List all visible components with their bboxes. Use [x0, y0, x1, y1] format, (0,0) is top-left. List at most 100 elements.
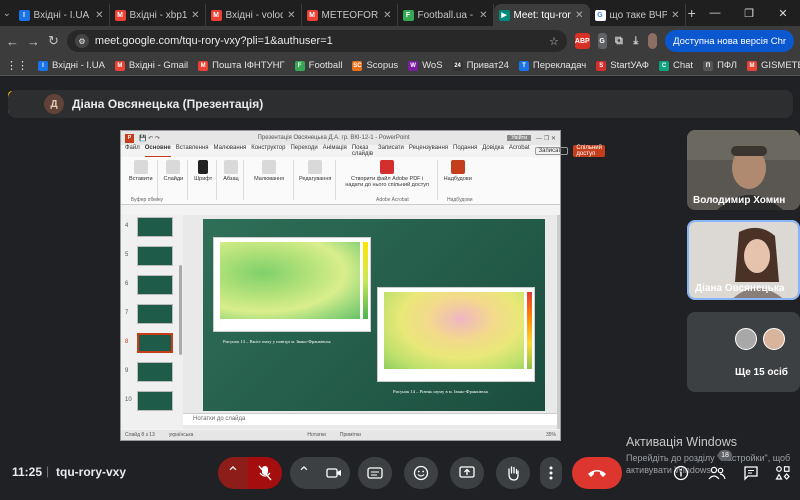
- close-tab-icon[interactable]: ✕: [575, 10, 583, 21]
- notes-toggle[interactable]: Нотатки: [307, 432, 325, 438]
- ppt-ribbon-tab[interactable]: Основне: [144, 145, 171, 157]
- adblock-extension-icon[interactable]: ABP: [574, 33, 590, 49]
- extensions-puzzle-icon[interactable]: ⧉: [615, 33, 624, 49]
- ppt-ribbon-tab[interactable]: Acrobat: [509, 145, 530, 157]
- update-chrome-button[interactable]: Доступна нова версія Chr: [665, 30, 795, 52]
- slide-thumbnail[interactable]: [137, 391, 173, 411]
- ppt-ribbon-tab[interactable]: Записати: [378, 145, 404, 157]
- bookmark-item[interactable]: M Пошта ІФНТУНГ: [198, 60, 285, 71]
- ppt-addins-group[interactable]: Надбудови: [440, 160, 476, 200]
- people-button[interactable]: [704, 460, 730, 486]
- tab-search-chevron-icon[interactable]: ⌄: [0, 0, 14, 26]
- ppt-ribbon-tab[interactable]: Малювання: [214, 145, 247, 157]
- activities-button[interactable]: [770, 460, 796, 486]
- bookmark-item[interactable]: I Вхідні - I.UA: [38, 60, 105, 71]
- thumbnail-scrollbar[interactable]: [179, 265, 182, 355]
- close-tab-icon[interactable]: ✕: [671, 10, 679, 21]
- browser-tab[interactable]: FFootball.ua - Но✕: [398, 4, 494, 26]
- bookmark-item[interactable]: T Перекладач: [518, 60, 586, 71]
- zoom-level[interactable]: 35%: [546, 432, 556, 438]
- close-tab-icon[interactable]: ✕: [383, 10, 391, 21]
- slide-thumbnail[interactable]: [137, 217, 173, 237]
- ppt-ribbon-tab[interactable]: Файл: [125, 145, 140, 157]
- minimize-icon[interactable]: —: [698, 0, 732, 26]
- slide-thumbnail[interactable]: [137, 362, 173, 382]
- slide-thumbnail[interactable]: [137, 275, 173, 295]
- ppt-adobe-pdf-group[interactable]: Створити файл Adobe PDF і надати до ньог…: [338, 160, 438, 200]
- bookmark-item[interactable]: 24 Приват24: [452, 60, 509, 71]
- comments-toggle[interactable]: Примітки: [340, 432, 361, 438]
- close-tab-icon[interactable]: ✕: [479, 10, 487, 21]
- mic-options-chevron-icon[interactable]: ⌃: [218, 457, 248, 489]
- mic-off-button[interactable]: [248, 457, 282, 489]
- slide-thumbnail[interactable]: [137, 333, 173, 353]
- bookmark-item[interactable]: M Вхідні - Gmail: [114, 60, 188, 71]
- new-tab-button[interactable]: +: [686, 5, 698, 21]
- camera-button[interactable]: [318, 457, 350, 489]
- bookmark-item[interactable]: S StartУАФ: [596, 60, 649, 71]
- profile-avatar[interactable]: [648, 33, 658, 49]
- bookmark-item[interactable]: MGISMETEO: [747, 60, 800, 71]
- slide-thumbnail[interactable]: [137, 246, 173, 266]
- browser-tab[interactable]: MВхідні - xbp13@✕: [110, 4, 206, 26]
- meeting-info-button[interactable]: [668, 460, 694, 486]
- reactions-button[interactable]: [404, 457, 438, 489]
- raise-hand-button[interactable]: [496, 457, 530, 489]
- slide-thumbnail[interactable]: [137, 304, 173, 324]
- ppt-ribbon-tab[interactable]: Анімація: [323, 145, 347, 157]
- bookmark-item[interactable]: W WoS: [408, 60, 443, 71]
- ppt-paragraph-group[interactable]: Абзац: [219, 160, 244, 200]
- tab-title: Вхідні - I.UA: [33, 9, 90, 21]
- browser-tab[interactable]: MВхідні - volodym✕: [206, 4, 302, 26]
- ppt-editing-group[interactable]: Редагування: [296, 160, 336, 200]
- participant-tile-ovsianetska[interactable]: Діана Овсянецька: [687, 220, 800, 300]
- ppt-ribbon-tab[interactable]: Конструктор: [251, 145, 285, 157]
- ppt-record-button[interactable]: Записати: [534, 147, 569, 155]
- close-tab-icon[interactable]: ✕: [191, 10, 199, 21]
- reload-icon[interactable]: ↻: [48, 33, 59, 49]
- chat-button[interactable]: [738, 460, 764, 486]
- bookmark-item[interactable]: C Chat: [658, 60, 693, 71]
- address-bar[interactable]: ⚙ meet.google.com/tqu-rory-vxy?pli=1&aut…: [66, 30, 567, 52]
- ppt-share-button[interactable]: Спільний доступ: [573, 145, 605, 157]
- close-tab-icon[interactable]: ✕: [287, 10, 295, 21]
- download-icon[interactable]: ⤓: [631, 33, 640, 49]
- camera-options-chevron-icon[interactable]: ⌃: [290, 457, 318, 489]
- ppt-ribbon-tab[interactable]: Переходи: [290, 145, 317, 157]
- browser-tab[interactable]: I Вхідні - I.UA ✕: [14, 4, 110, 26]
- slide-notes-field[interactable]: Нотатки до слайда: [183, 413, 557, 425]
- extension-icon[interactable]: G: [597, 33, 607, 49]
- more-participants-tile[interactable]: Ще 15 осіб: [687, 312, 800, 392]
- browser-tab[interactable]: Gщо таке ВЧР у✕: [590, 4, 686, 26]
- present-screen-button[interactable]: [450, 457, 484, 489]
- back-icon[interactable]: ←: [6, 34, 19, 49]
- forward-icon[interactable]: →: [27, 34, 40, 49]
- ppt-ribbon-tab[interactable]: Подання: [453, 145, 477, 157]
- close-window-icon[interactable]: ✕: [766, 0, 800, 26]
- close-tab-icon[interactable]: ✕: [95, 10, 103, 21]
- bookmark-item[interactable]: SC Scopus: [352, 60, 398, 71]
- people-icon: [708, 466, 726, 480]
- captions-button[interactable]: [358, 457, 392, 489]
- ppt-ribbon-tab[interactable]: Вставлення: [176, 145, 209, 157]
- slide-scrollbar[interactable]: [557, 215, 560, 429]
- ppt-ribbon-tab[interactable]: Рецензування: [409, 145, 448, 157]
- ppt-paste-group[interactable]: Вставити: [125, 160, 158, 200]
- participant-tile-khomyn[interactable]: Володимир Хомин: [687, 130, 800, 210]
- ppt-drawing-group[interactable]: Малювання: [246, 160, 294, 200]
- ppt-font-group[interactable]: Шрифт: [190, 160, 218, 200]
- browser-tab[interactable]: MMETEOFOR: Пого✕: [302, 4, 398, 26]
- ppt-ribbon-tab[interactable]: Показ слайдів: [352, 145, 373, 157]
- bookmark-item[interactable]: F Football: [294, 60, 342, 71]
- browser-tab[interactable]: ▶ Meet: tqu-rory ✕: [493, 4, 590, 26]
- bookmark-star-icon[interactable]: ☆: [549, 35, 559, 48]
- more-options-button[interactable]: [540, 457, 562, 489]
- maximize-icon[interactable]: ❐: [732, 0, 766, 26]
- leave-call-button[interactable]: [572, 457, 622, 489]
- ppt-ribbon-tab[interactable]: Довідка: [482, 145, 504, 157]
- apps-grid-icon[interactable]: ⋮⋮: [6, 59, 28, 72]
- site-info-icon[interactable]: ⚙: [74, 34, 89, 48]
- bookmark-item[interactable]: П ПФЛ: [703, 60, 737, 71]
- ppt-sign-in-button[interactable]: Увійти: [507, 135, 532, 141]
- ppt-slides-group[interactable]: Слайди: [160, 160, 189, 200]
